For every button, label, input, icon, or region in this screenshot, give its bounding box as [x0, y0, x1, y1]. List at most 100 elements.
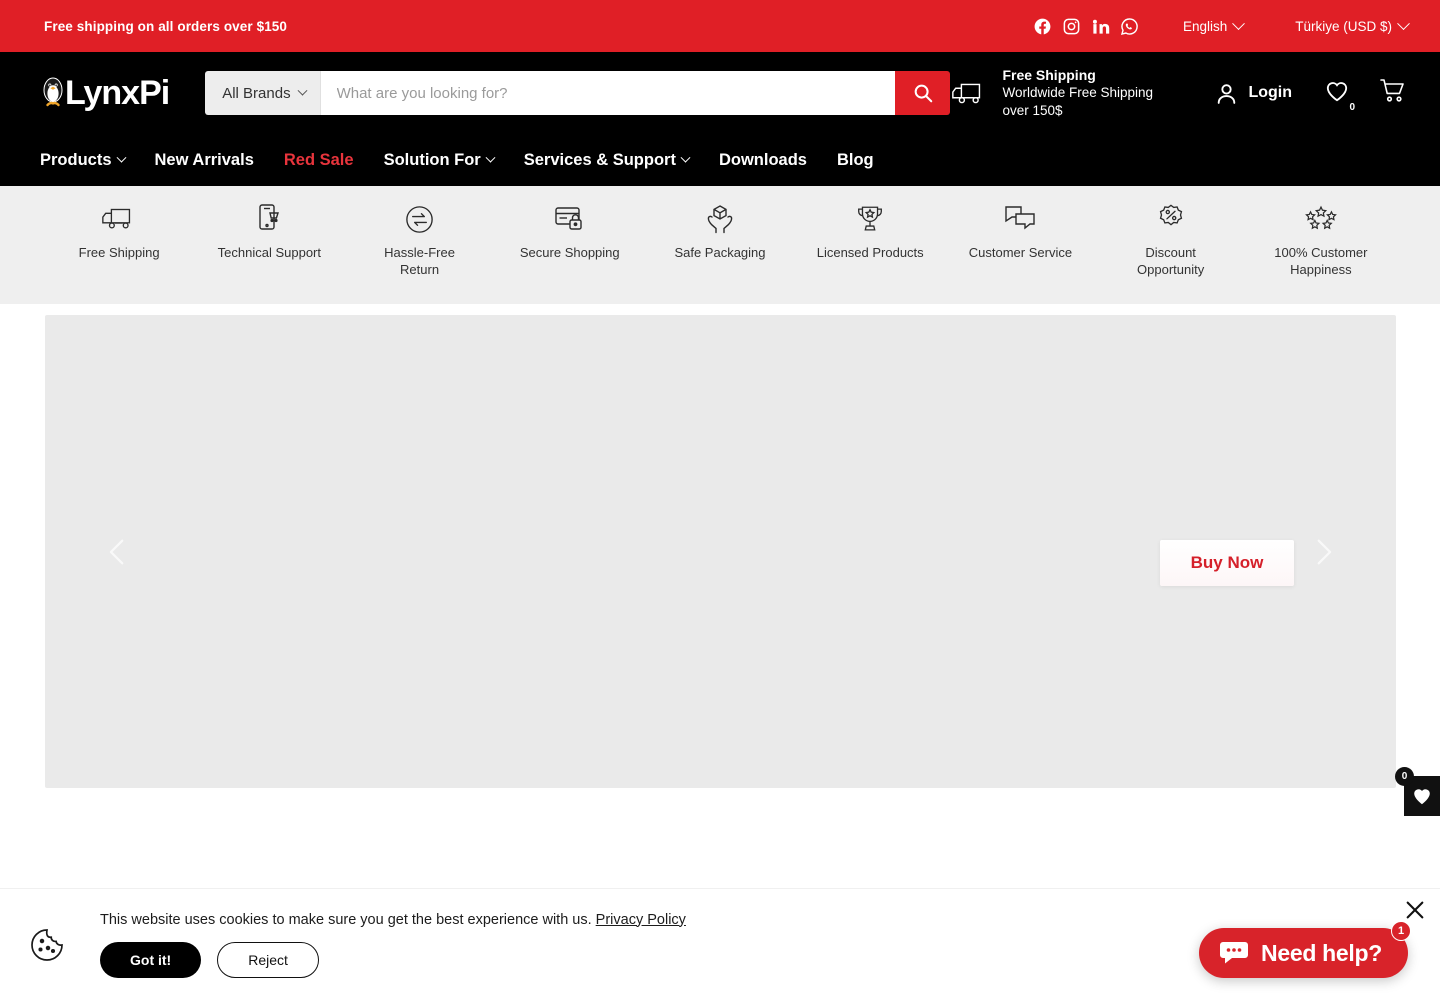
nav-item-solution-for[interactable]: Solution For	[383, 150, 496, 170]
announcement-text: Free shipping on all orders over $150	[44, 18, 288, 34]
feature-label: 100% Customer Happiness	[1274, 245, 1368, 277]
nav-label: Solution For	[383, 150, 481, 169]
nav-label: Downloads	[718, 150, 807, 169]
feature-safe-packaging[interactable]: Safe Packaging	[645, 200, 795, 262]
cart-button[interactable]	[1378, 76, 1408, 111]
cookie-reject-button[interactable]: Reject	[217, 941, 319, 978]
user-icon	[1218, 83, 1236, 104]
chevron-down-icon	[485, 152, 496, 163]
cart-icon	[1380, 78, 1404, 102]
stars-icon	[1302, 200, 1340, 238]
chat-widget-button[interactable]: Need help? 1	[1199, 921, 1411, 978]
privacy-policy-link[interactable]: Privacy Policy	[596, 912, 686, 928]
feature-secure-shopping[interactable]: Secure Shopping	[495, 200, 645, 262]
nav-label: Red Sale	[283, 150, 354, 169]
floating-wishlist-button[interactable]: 0	[1395, 767, 1440, 816]
chevron-left-icon	[109, 539, 124, 564]
card-lock-icon	[553, 200, 587, 238]
cookie-content: This website uses cookies to make sure y…	[100, 912, 686, 978]
language-selector[interactable]: English	[1182, 16, 1246, 34]
buy-now-button[interactable]: Buy Now	[1160, 540, 1294, 586]
heart-icon	[1414, 789, 1430, 805]
nav-label: Blog	[836, 150, 874, 169]
feature-label: Secure Shopping	[519, 245, 620, 260]
chevron-down-icon	[680, 152, 691, 163]
nav-item-new-arrivals[interactable]: New Arrivals	[155, 151, 254, 170]
feature-technical-support[interactable]: Technical Support	[194, 200, 344, 262]
phone-cart-icon	[252, 200, 286, 238]
hero-carousel-section: Buy Now 0	[0, 304, 1440, 824]
linkedin-icon[interactable]	[1091, 17, 1110, 36]
close-icon[interactable]	[1404, 899, 1426, 921]
site-header: LynxPi All Brands Free Shipping Worldwid…	[0, 52, 1440, 134]
heart-icon	[1326, 81, 1348, 101]
brand-filter-select[interactable]: All Brands	[205, 71, 321, 115]
penguin-logo-icon	[43, 77, 63, 107]
feature-customer-service[interactable]: Customer Service	[945, 200, 1095, 262]
country-currency-selector[interactable]: Türkiye (USD $)	[1295, 16, 1410, 34]
login-button[interactable]: Login	[1214, 81, 1292, 106]
cookie-message: This website uses cookies to make sure y…	[100, 912, 686, 928]
country-currency-value: Türkiye (USD $)	[1295, 18, 1392, 34]
brand-filter-value: All Brands	[222, 84, 291, 102]
feature-hassle-free-return[interactable]: Hassle-Free Return	[344, 200, 494, 278]
cookie-accept-button[interactable]: Got it!	[100, 941, 202, 978]
floating-wishlist-count: 0	[1395, 767, 1414, 786]
search-input[interactable]	[320, 71, 896, 115]
feature-label: Free Shipping	[78, 245, 160, 260]
feature-strip: Free Shipping Technical Support Hassle-F…	[0, 186, 1440, 304]
site-logo-text: LynxPi	[65, 74, 170, 112]
feature-label: Customer Service	[968, 245, 1073, 260]
chat-bubble-icon	[1220, 942, 1249, 964]
feature-label: Technical Support	[217, 245, 321, 260]
nav-label: New Arrivals	[154, 150, 254, 169]
cookie-message-text: This website uses cookies to make sure y…	[100, 911, 592, 928]
free-shipping-info: Free Shipping Worldwide Free Shipping ov…	[950, 66, 1174, 120]
feature-discount-opportunity[interactable]: Discount Opportunity	[1096, 200, 1246, 278]
header-wishlist-button[interactable]: 0	[1324, 78, 1355, 113]
chevron-down-icon	[116, 152, 126, 163]
announcement-utilities: English Türkiye (USD $)	[1033, 16, 1410, 36]
nav-item-blog[interactable]: Blog	[837, 151, 874, 170]
return-arrows-icon	[403, 200, 436, 238]
free-shipping-text: Free Shipping Worldwide Free Shipping ov…	[1002, 66, 1174, 120]
facebook-icon[interactable]	[1033, 17, 1052, 36]
truck-icon	[952, 83, 981, 104]
chevron-down-icon	[1397, 16, 1410, 30]
cookie-actions: Got it! Reject	[100, 941, 686, 978]
discount-badge-icon	[1155, 200, 1187, 238]
search-icon	[914, 84, 932, 103]
cookie-icon	[31, 928, 63, 961]
carousel-prev-button[interactable]	[97, 531, 139, 573]
instagram-icon[interactable]	[1062, 17, 1081, 36]
feature-customer-happiness[interactable]: 100% Customer Happiness	[1246, 200, 1396, 278]
carousel-next-button[interactable]	[1302, 531, 1344, 573]
main-navigation: Products New Arrivals Red Sale Solution …	[0, 134, 1440, 186]
feature-label: Safe Packaging	[674, 245, 766, 260]
search-button[interactable]	[895, 71, 951, 115]
free-shipping-title: Free Shipping	[1002, 66, 1096, 83]
feature-free-shipping[interactable]: Free Shipping	[44, 200, 194, 262]
hands-box-icon	[703, 200, 737, 238]
header-wishlist-count: 0	[1349, 101, 1355, 113]
hero-slide[interactable]: Buy Now	[45, 315, 1396, 788]
nav-item-services-support[interactable]: Services & Support	[524, 151, 691, 170]
language-value: English	[1182, 18, 1228, 34]
social-links	[1033, 17, 1139, 36]
feature-label: Hassle-Free Return	[384, 245, 455, 277]
chevron-right-icon	[1317, 539, 1332, 564]
chat-widget-label: Need help?	[1261, 939, 1382, 966]
truck-icon	[100, 200, 138, 238]
whatsapp-icon[interactable]	[1120, 17, 1139, 36]
nav-item-red-sale[interactable]: Red Sale	[284, 151, 354, 170]
header-utilities: Free Shipping Worldwide Free Shipping ov…	[950, 66, 1408, 120]
nav-label: Products	[40, 150, 112, 169]
free-shipping-subtitle: Worldwide Free Shipping over 150$	[1002, 85, 1154, 119]
nav-item-products[interactable]: Products	[40, 150, 126, 170]
feature-licensed-products[interactable]: Licensed Products	[795, 200, 945, 262]
feature-label: Licensed Products	[816, 245, 924, 260]
search-bar: All Brands	[205, 71, 951, 115]
site-logo[interactable]: LynxPi	[40, 74, 170, 112]
nav-item-downloads[interactable]: Downloads	[719, 151, 807, 170]
chat-bubbles-icon	[1003, 200, 1037, 238]
